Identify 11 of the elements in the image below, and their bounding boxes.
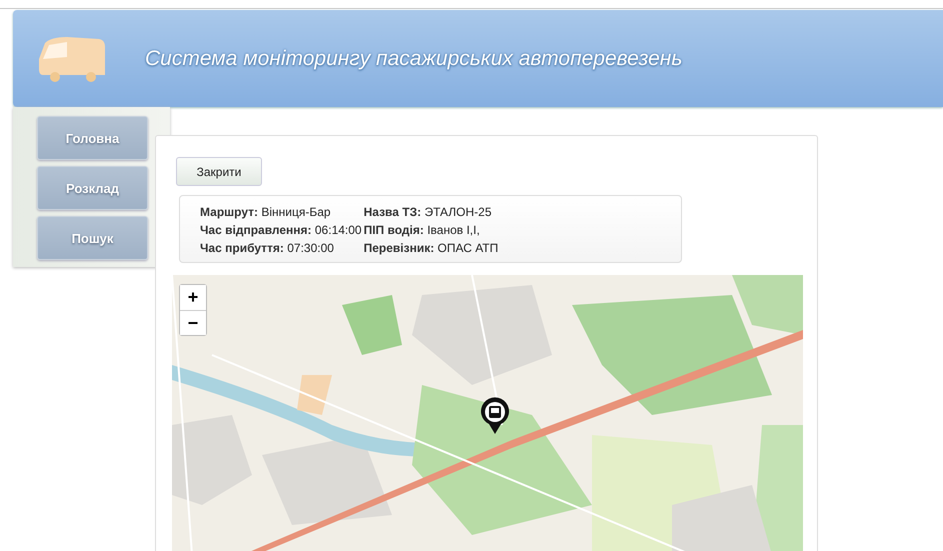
info-field: ПІП водія: Іванов І,І, xyxy=(364,222,498,238)
app-title: Система моніторингу пасажирських автоперевезень xyxy=(145,46,682,70)
info-field: Перевізник: ОПАС АТП xyxy=(364,240,498,256)
info-field: Час відправлення: 06:14:00 xyxy=(200,222,362,238)
info-field: Назва ТЗ: ЭТАЛОН-25 xyxy=(364,204,498,220)
bus-marker-icon[interactable] xyxy=(480,397,510,435)
info-field: Маршрут: Вінниця-Бар xyxy=(200,204,362,220)
zoom-out-button[interactable]: − xyxy=(180,310,206,335)
bus-icon xyxy=(37,34,107,82)
close-button[interactable]: Закрити xyxy=(176,157,262,186)
info-field: Час прибуття: 07:30:00 xyxy=(200,240,362,256)
